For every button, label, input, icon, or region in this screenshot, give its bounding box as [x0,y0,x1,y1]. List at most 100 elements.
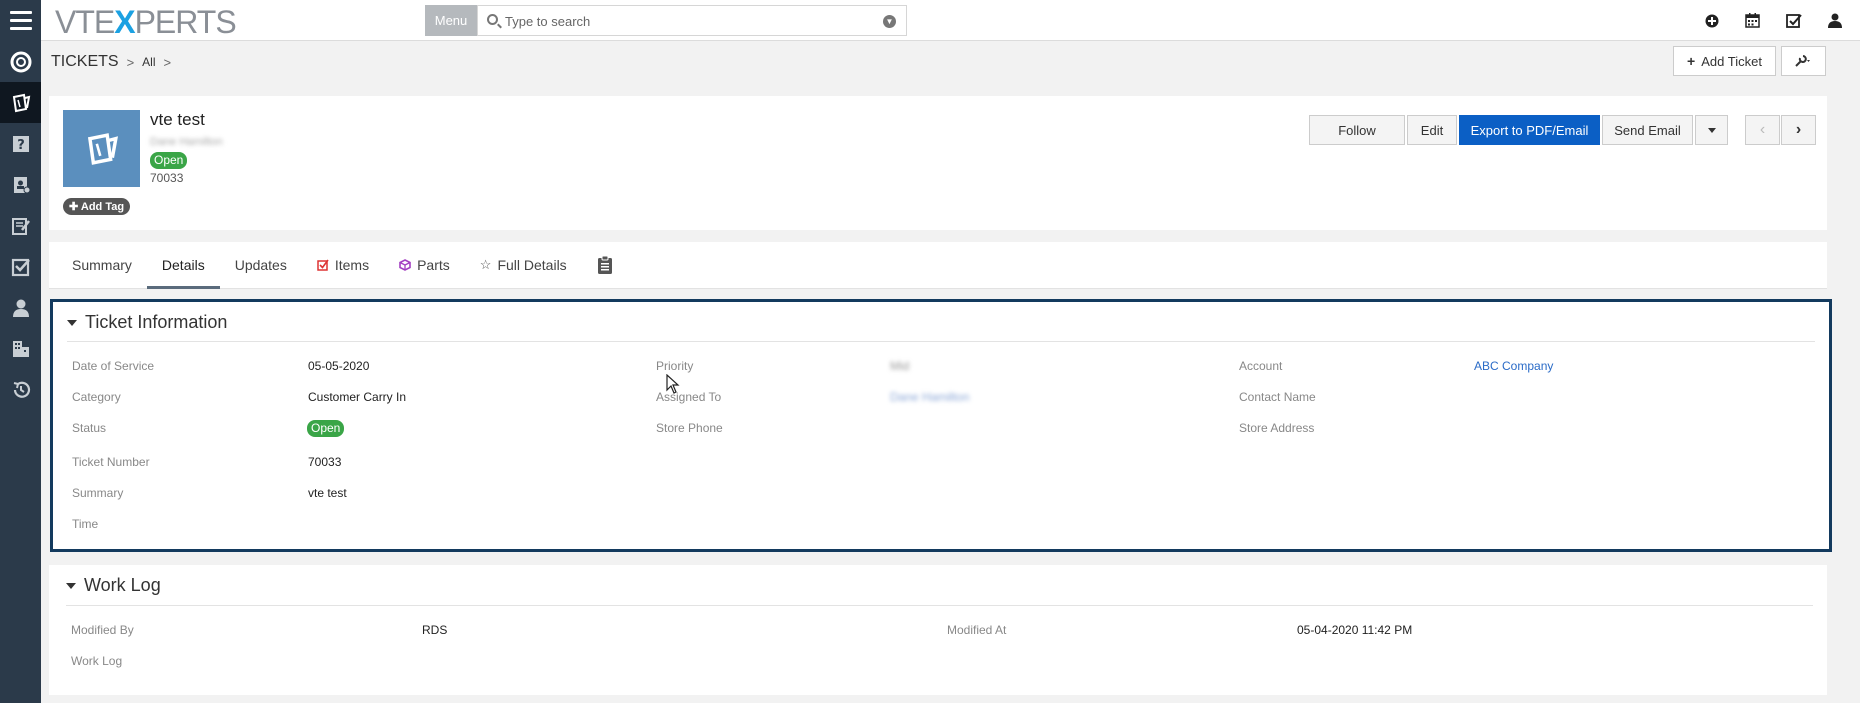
star-icon: ☆ [479,256,492,272]
organization-icon[interactable] [0,328,41,369]
block-title: Work Log [84,575,161,595]
field-value-modified-by[interactable]: RDS [422,623,447,637]
field-value-account-link[interactable]: ABC Company [1474,359,1553,373]
support-icon[interactable] [0,41,41,82]
notes-icon[interactable] [0,205,41,246]
checkbox-icon [317,259,329,271]
record-owner: Dane Hamilton [150,136,223,148]
tab-label: Items [334,256,370,273]
plus-icon: + [1687,53,1696,69]
send-email-button[interactable]: Send Email [1602,115,1693,145]
record-header: vte test Dane Hamilton Open 70033 ✚ Add … [49,96,1827,230]
breadcrumb-filter[interactable]: All [142,55,155,69]
plus-circle-icon[interactable] [1702,11,1721,30]
divider [67,341,1815,342]
field-label-modified-by: Modified By [71,623,134,637]
search-icon [487,14,498,25]
calendar-icon[interactable] [1743,11,1762,30]
record-tabs: Summary Details Updates Items Parts ☆ Fu… [49,242,1827,289]
svg-text:?: ? [17,138,25,153]
field-label-status: Status [72,421,107,435]
user-icon[interactable] [0,287,41,328]
field-label-account: Account [1239,359,1283,373]
menu-button[interactable]: Menu [425,5,477,36]
tab-full-details[interactable]: ☆ Full Details [465,241,582,288]
wrench-icon [1794,55,1810,67]
field-label-category: Category [72,390,121,404]
collapse-caret-icon [67,319,77,326]
edit-button[interactable]: Edit [1407,115,1457,145]
field-label-priority: Priority [656,359,694,373]
box-icon [399,258,411,271]
help-icon[interactable]: ? [0,123,41,164]
tab-label: Full Details [497,256,567,273]
field-label-ticket-number: Ticket Number [72,455,150,469]
field-label-time: Time [72,517,99,531]
global-search[interactable]: ▼ [477,5,907,36]
ticket-record-icon [63,110,140,187]
previous-record-chevron-icon[interactable]: ‹ [1745,115,1780,145]
plus-icon: ✚ [69,201,79,213]
module-sidebar: ? [0,41,41,703]
field-label-modified-at: Modified At [947,623,1007,637]
block-title: Ticket Information [85,312,228,332]
field-label-store-address: Store Address [1239,421,1315,435]
tasks-icon[interactable] [0,246,41,287]
user-profile-icon[interactable] [1825,11,1844,30]
contacts-icon[interactable] [0,164,41,205]
breadcrumb-module[interactable]: TICKETS [51,53,119,71]
tab-items[interactable]: Items [302,241,384,288]
more-actions-caret-icon[interactable] [1695,115,1728,145]
field-value-ticket-number[interactable]: 70033 [308,455,341,469]
document-icon [597,255,612,274]
ticket-information-block: Ticket Information Date of Service 05-05… [50,299,1832,552]
tab-summary[interactable]: Summary [49,241,147,288]
add-tag-label: Add Tag [80,201,125,213]
mouse-cursor-icon [666,374,680,394]
settings-wrench-button[interactable] [1781,46,1826,76]
chevron-right-icon: > [163,54,172,70]
tab-label: Details [161,256,205,273]
tab-documents[interactable] [582,241,628,288]
export-pdf-email-button[interactable]: Export to PDF/Email [1459,115,1600,145]
follow-button[interactable]: Follow [1309,115,1405,145]
field-label-work-log: Work Log [71,654,123,668]
field-value-summary[interactable]: vte test [308,486,347,500]
status-badge: Open [150,152,188,169]
tab-parts[interactable]: Parts [384,241,465,288]
field-value-date-of-service[interactable]: 05-05-2020 [308,359,369,373]
tasks-checkbox-icon[interactable] [1784,11,1803,30]
breadcrumb: TICKETS > All > [51,53,171,71]
tickets-icon[interactable] [0,82,41,123]
add-tag-button[interactable]: ✚ Add Tag [63,198,131,215]
collapse-caret-icon [66,582,76,589]
next-record-chevron-icon[interactable]: › [1781,115,1816,145]
add-ticket-label: Add Ticket [1701,53,1762,69]
search-options-chevron-icon[interactable]: ▼ [883,15,896,28]
record-title: vte test [150,110,205,129]
field-value-assigned-to[interactable]: Dane Hamilton [890,390,969,404]
work-log-block: Work Log Modified By RDS Modified At 05-… [49,565,1827,695]
divider [66,605,1813,606]
hamburger-menu-icon[interactable] [0,0,41,41]
field-value-category[interactable]: Customer Carry In [308,390,406,404]
top-navbar: VTEXPERTS Menu ▼ [0,0,1860,41]
status-badge[interactable]: Open [307,420,345,437]
history-icon[interactable] [0,369,41,410]
chevron-right-icon: > [126,54,135,70]
field-value-priority[interactable]: Mid [890,359,909,373]
record-number: 70033 [150,171,184,185]
work-log-header[interactable]: Work Log [66,575,161,596]
search-input[interactable] [505,11,875,31]
field-label-summary: Summary [72,486,124,500]
tab-updates[interactable]: Updates [220,241,302,288]
field-label-contact-name: Contact Name [1239,390,1316,404]
tab-details[interactable]: Details [146,241,220,289]
field-label-date-of-service: Date of Service [72,359,155,373]
field-value-modified-at[interactable]: 05-04-2020 11:42 PM [1297,623,1412,637]
ticket-information-header[interactable]: Ticket Information [67,312,227,333]
tab-label: Summary [72,256,132,273]
tab-label: Updates [234,256,287,273]
add-ticket-button[interactable]: + Add Ticket [1673,46,1776,76]
app-logo[interactable]: VTEXPERTS [55,4,237,41]
